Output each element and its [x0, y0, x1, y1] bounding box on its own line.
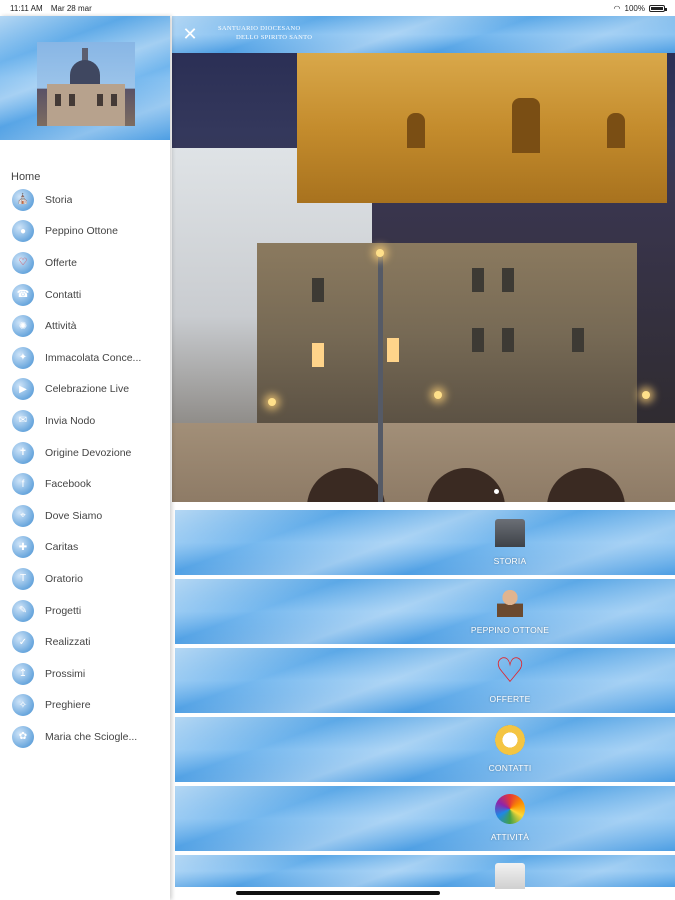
sidebar-item-label: Peppino Ottone — [45, 225, 118, 238]
sidebar-header — [0, 16, 170, 140]
church-icon — [493, 859, 527, 893]
church-icon: ⛪ — [12, 188, 34, 211]
sidebar-item-invia-nodo[interactable]: ✉ Invia Nodo — [0, 405, 170, 437]
tile-label: STORIA — [493, 556, 527, 566]
sidebar-item-label: Offerte — [45, 256, 77, 269]
sidebar-item-label: Immacolata Conce... — [45, 351, 142, 364]
sidebar-item-label: Progetti — [45, 604, 82, 617]
sidebar-item-label: Realizzati — [45, 636, 91, 649]
battery-icon — [649, 4, 667, 12]
person-icon: ● — [12, 220, 34, 243]
send-icon: ✉ — [12, 409, 34, 432]
sidebar-item-facebook[interactable]: f Facebook — [0, 468, 170, 500]
tile-list: STORIA PEPPINO OTTONE ♡ OFFERTE CONTATTI… — [175, 510, 675, 891]
sidebar-item-oratorio[interactable]: T Oratorio — [0, 563, 170, 595]
sidebar-item-caritas[interactable]: ✚ Caritas — [0, 532, 170, 564]
sidebar-item-progetti[interactable]: ✎ Progetti — [0, 595, 170, 627]
wifi-icon: ◠ — [613, 3, 621, 13]
site-title-line1: SANTUARIO DIOCESANO — [218, 25, 301, 32]
facebook-icon: f — [12, 473, 34, 496]
site-title-line2: DELLO SPIRITO SANTO — [236, 34, 313, 41]
tile-contatti[interactable]: CONTATTI — [175, 717, 675, 782]
tile-next[interactable] — [175, 855, 675, 889]
tile-peppino-ottone[interactable]: PEPPINO OTTONE — [175, 579, 675, 644]
sidebar-item-label: Dove Siamo — [45, 509, 103, 522]
activity-icon: ✺ — [12, 315, 34, 338]
status-bar: 11:11 AM Mar 28 mar ◠ 100% — [0, 0, 675, 16]
sidebar-item-peppino-ottone[interactable]: ● Peppino Ottone — [0, 216, 170, 248]
status-time: 11:11 AM — [10, 3, 43, 13]
sidebar-item-dove-siamo[interactable]: ⌖ Dove Siamo — [0, 500, 170, 532]
sidebar-item-label: Facebook — [45, 478, 92, 491]
sidebar-menu: ⛪ Storia ● Peppino Ottone ♡ Offerte ☎ Co… — [0, 184, 170, 753]
status-date: Mar 28 mar — [50, 3, 92, 13]
sidebar-item-label: Contatti — [45, 288, 82, 301]
heart-icon: ♡ — [494, 652, 526, 690]
sidebar-drawer: Home ⛪ Storia ● Peppino Ottone ♡ Offerte… — [0, 16, 170, 900]
sidebar-item-contatti[interactable]: ☎ Contatti — [0, 279, 170, 311]
sidebar-item-origine-devozione[interactable]: ✝ Origine Devozione — [0, 437, 170, 469]
person-icon — [493, 585, 527, 619]
hero-cathedral — [297, 53, 667, 203]
site-title: SANTUARIO DIOCESANO DELLO SPIRITO SANTO — [218, 25, 312, 41]
sidebar-item-label: Attività — [45, 320, 77, 333]
close-icon[interactable]: ✕ — [180, 24, 200, 44]
devotion-icon: ✝ — [12, 441, 34, 464]
projects-icon: ✎ — [12, 599, 34, 622]
oratory-icon: T — [12, 567, 34, 590]
tile-storia[interactable]: STORIA — [175, 510, 675, 575]
tile-label: PEPPINO OTTONE — [470, 625, 550, 635]
caritas-icon: ✚ — [12, 536, 34, 559]
upcoming-icon: ↥ — [12, 662, 34, 685]
tile-label: OFFERTE — [489, 694, 531, 704]
tile-label: ATTIVITÀ — [490, 832, 530, 842]
sidebar-item-storia[interactable]: ⛪ Storia — [0, 184, 170, 216]
sidebar-item-maria[interactable]: ✿ Maria che Sciogle... — [0, 721, 170, 753]
prayer-icon: ✧ — [12, 694, 34, 717]
contact-icon — [493, 723, 527, 757]
tile-label: CONTATTI — [488, 763, 532, 773]
location-icon: ⌖ — [12, 504, 34, 527]
sidebar-item-label: Preghiere — [45, 699, 91, 712]
sidebar-item-offerte[interactable]: ♡ Offerte — [0, 247, 170, 279]
sidebar-item-prossimi[interactable]: ↥ Prossimi — [0, 658, 170, 690]
sidebar-item-celebrazione-live[interactable]: ▶ Celebrazione Live — [0, 374, 170, 406]
sidebar-item-home[interactable]: Home — [11, 171, 40, 183]
sidebar-item-label: Origine Devozione — [45, 446, 132, 459]
sidebar-item-label: Oratorio — [45, 572, 83, 585]
heart-icon: ♡ — [12, 251, 34, 274]
madonna-icon: ✦ — [12, 346, 34, 369]
sidebar-item-label: Storia — [45, 193, 73, 206]
live-icon: ▶ — [12, 378, 34, 401]
sidebar-item-realizzati[interactable]: ✓ Realizzati — [0, 626, 170, 658]
church-icon — [493, 516, 527, 550]
activity-icon — [493, 792, 527, 826]
sidebar-item-label: Prossimi — [45, 667, 86, 680]
mary-icon: ✿ — [12, 725, 34, 748]
sidebar-item-attivita[interactable]: ✺ Attività — [0, 310, 170, 342]
battery-percent: 100% — [624, 3, 645, 13]
completed-icon: ✓ — [12, 631, 34, 654]
sidebar-item-label: Celebrazione Live — [45, 383, 130, 396]
sidebar-item-immacolata[interactable]: ✦ Immacolata Conce... — [0, 342, 170, 374]
tile-offerte[interactable]: ♡ OFFERTE — [175, 648, 675, 713]
contact-icon: ☎ — [12, 283, 34, 306]
street-lamp-pole — [378, 253, 383, 502]
carousel-page-indicator[interactable] — [494, 489, 499, 494]
tile-attivita[interactable]: ATTIVITÀ — [175, 786, 675, 851]
main-content: ✕ SANTUARIO DIOCESANO DELLO SPIRITO SANT… — [172, 16, 675, 900]
church-logo-image — [37, 42, 135, 126]
sidebar-item-label: Maria che Sciogle... — [45, 730, 138, 743]
sidebar-item-label: Caritas — [45, 541, 79, 554]
sidebar-item-label: Invia Nodo — [45, 414, 96, 427]
home-indicator[interactable] — [236, 891, 440, 895]
top-header: ✕ SANTUARIO DIOCESANO DELLO SPIRITO SANT… — [172, 16, 675, 53]
hero-carousel-image[interactable] — [172, 53, 675, 502]
sidebar-item-preghiere[interactable]: ✧ Preghiere — [0, 690, 170, 722]
